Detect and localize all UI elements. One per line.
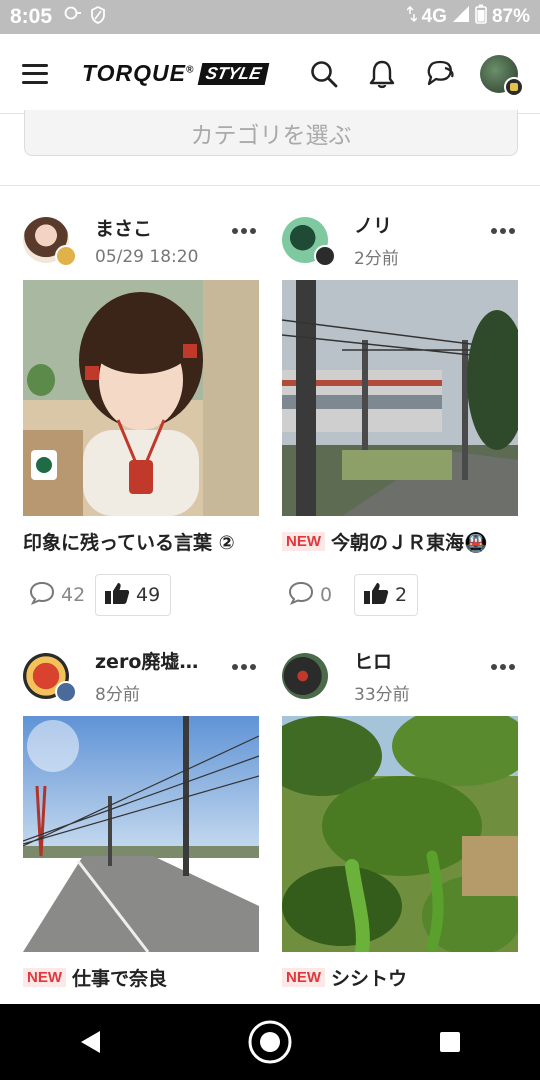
more-icon[interactable] (229, 664, 259, 670)
user-name[interactable]: まさこ (95, 214, 205, 241)
post-card[interactable]: ヒロ 33分前 NEW シシトウ (282, 646, 518, 990)
post-title[interactable]: 仕事で奈良 (72, 964, 167, 991)
rank-badge-icon (55, 681, 77, 703)
post-card[interactable]: ノリ 2分前 NEW 今朝のＪＲ東海🚇 0 2 (282, 210, 518, 616)
post-image[interactable] (282, 280, 518, 516)
post-feed[interactable]: まさこ 05/29 18:20 印象に残っている言葉 ② 42 49 ノリ 2分… (0, 186, 540, 1004)
post-time: 8分前 (95, 685, 140, 705)
comment-count: 0 (320, 584, 333, 606)
new-badge: NEW (282, 531, 325, 551)
rank-badge-icon (55, 245, 77, 267)
profile-avatar[interactable] (480, 54, 524, 97)
user-name[interactable]: ノリ (354, 211, 464, 238)
category-select[interactable]: カテゴリを選ぶ (24, 110, 518, 156)
logo-style-text: STYLE (198, 62, 270, 85)
recents-icon[interactable] (420, 1012, 480, 1072)
thumbs-up-icon (363, 581, 389, 610)
post-time: 05/29 18:20 (95, 246, 199, 267)
home-icon[interactable] (240, 1012, 300, 1072)
post-title[interactable]: シシトウ (331, 964, 407, 991)
more-icon[interactable] (488, 228, 518, 234)
like-button[interactable]: 49 (95, 574, 172, 616)
like-button[interactable]: 2 (354, 574, 419, 616)
logo-torque-text: TORQUE® (82, 60, 195, 86)
data-arrows-icon (406, 5, 418, 28)
post-title[interactable]: 印象に残っている言葉 ② (23, 528, 235, 555)
category-section: カテゴリを選ぶ (0, 110, 540, 186)
rank-badge-icon (504, 76, 524, 97)
search-icon[interactable] (306, 56, 342, 92)
app-header: TORQUE® STYLE (0, 34, 540, 114)
user-avatar[interactable] (282, 217, 336, 267)
network-type: 4G (421, 6, 447, 27)
post-image[interactable] (23, 280, 259, 516)
user-name[interactable]: zero廃墟… (95, 647, 205, 674)
post-time: 33分前 (354, 685, 410, 705)
post-title[interactable]: 今朝のＪＲ東海🚇 (331, 528, 488, 555)
bell-icon[interactable] (364, 56, 400, 92)
comment-icon (288, 581, 314, 610)
app-logo[interactable]: TORQUE® STYLE (82, 60, 270, 87)
data-saver-icon (64, 6, 82, 29)
thumbs-up-icon (104, 581, 130, 610)
user-avatar[interactable] (282, 653, 328, 699)
like-count: 2 (395, 584, 408, 606)
chat-icon[interactable] (422, 56, 458, 92)
signal-icon (452, 5, 470, 29)
post-card[interactable]: zero廃墟… 8分前 NEW 仕事で奈良 (23, 646, 259, 990)
comment-icon (29, 581, 55, 610)
status-time: 8:05 (10, 5, 53, 28)
status-bar: 8:05 4G 87% (0, 0, 540, 34)
user-avatar[interactable] (23, 217, 77, 267)
user-name[interactable]: ヒロ (354, 647, 464, 674)
comment-button[interactable]: 42 (23, 581, 95, 610)
new-badge: NEW (282, 967, 325, 987)
post-card[interactable]: まさこ 05/29 18:20 印象に残っている言葉 ② 42 49 (23, 210, 259, 616)
new-badge: NEW (23, 967, 66, 987)
user-avatar[interactable] (23, 653, 77, 703)
menu-icon[interactable] (22, 60, 58, 88)
comment-count: 42 (61, 584, 86, 606)
battery-icon (475, 4, 487, 30)
more-icon[interactable] (488, 664, 518, 670)
back-icon[interactable] (60, 1012, 120, 1072)
more-icon[interactable] (229, 228, 259, 234)
comment-button[interactable]: 0 (282, 581, 354, 610)
post-image[interactable] (282, 716, 518, 952)
battery-level: 87% (491, 6, 530, 27)
post-image[interactable] (23, 716, 259, 952)
post-time: 2分前 (354, 249, 399, 269)
rank-badge-icon (314, 245, 336, 267)
system-nav-bar (0, 1004, 540, 1080)
like-count: 49 (136, 584, 161, 606)
shield-icon (90, 5, 106, 29)
